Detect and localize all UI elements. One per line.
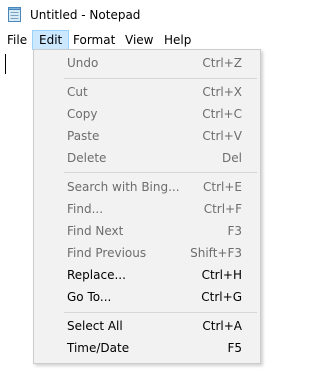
menu-item-shortcut: Ctrl+G: [201, 290, 242, 304]
menu-item-shortcut: Ctrl+A: [202, 319, 242, 333]
menu-item-delete[interactable]: Delete Del: [34, 147, 260, 169]
menu-item-replace[interactable]: Replace... Ctrl+H: [34, 264, 260, 286]
window-title: Untitled - Notepad: [30, 8, 141, 22]
menu-bar: File Edit Format View Help: [0, 30, 290, 50]
menu-separator: [64, 78, 257, 79]
menu-item-find-previous[interactable]: Find Previous Shift+F3: [34, 242, 260, 264]
menu-separator: [64, 312, 257, 313]
menu-item-label: Delete: [67, 151, 107, 165]
menu-edit[interactable]: Edit: [32, 30, 70, 50]
menu-item-shortcut: Shift+F3: [190, 246, 242, 260]
menu-item-shortcut: Del: [222, 151, 242, 165]
menu-item-label: Paste: [67, 129, 100, 143]
menu-item-label: Find...: [67, 202, 104, 216]
menu-item-copy[interactable]: Copy Ctrl+C: [34, 103, 260, 125]
menu-format[interactable]: Format: [67, 30, 121, 50]
menu-file[interactable]: File: [1, 30, 33, 50]
menu-item-shortcut: Ctrl+X: [202, 85, 242, 99]
menu-item-undo[interactable]: Undo Ctrl+Z: [34, 52, 260, 74]
menu-item-label: Find Previous: [67, 246, 147, 260]
menu-item-shortcut: F5: [227, 341, 242, 355]
edit-menu-dropdown: Undo Ctrl+Z Cut Ctrl+X Copy Ctrl+C Paste…: [33, 49, 261, 364]
menu-item-shortcut: Ctrl+E: [203, 180, 242, 194]
menu-item-label: Undo: [67, 56, 99, 70]
menu-item-shortcut: Ctrl+F: [203, 202, 242, 216]
title-bar: Untitled - Notepad: [0, 0, 290, 30]
menu-item-shortcut: F3: [227, 224, 242, 238]
menu-item-time-date[interactable]: Time/Date F5: [34, 337, 260, 359]
menu-item-paste[interactable]: Paste Ctrl+V: [34, 125, 260, 147]
menu-item-label: Cut: [67, 85, 88, 99]
notepad-icon: [8, 7, 21, 22]
menu-item-label: Select All: [67, 319, 123, 333]
menu-item-shortcut: Ctrl+V: [202, 129, 242, 143]
menu-help[interactable]: Help: [158, 30, 197, 50]
menu-item-find[interactable]: Find... Ctrl+F: [34, 198, 260, 220]
menu-item-search-with-bing[interactable]: Search with Bing... Ctrl+E: [34, 176, 260, 198]
menu-item-shortcut: Ctrl+Z: [202, 56, 242, 70]
menu-item-label: Copy: [67, 107, 98, 121]
menu-item-label: Search with Bing...: [67, 180, 180, 194]
menu-item-label: Replace...: [67, 268, 126, 282]
menu-item-label: Find Next: [67, 224, 124, 238]
menu-item-label: Go To...: [67, 290, 112, 304]
text-caret: [5, 54, 6, 74]
menu-item-go-to[interactable]: Go To... Ctrl+G: [34, 286, 260, 308]
menu-item-find-next[interactable]: Find Next F3: [34, 220, 260, 242]
notepad-window: Untitled - Notepad File Edit Format View…: [0, 0, 290, 389]
menu-item-label: Time/Date: [67, 341, 130, 355]
menu-item-cut[interactable]: Cut Ctrl+X: [34, 81, 260, 103]
menu-item-shortcut: Ctrl+H: [201, 268, 242, 282]
menu-item-select-all[interactable]: Select All Ctrl+A: [34, 315, 260, 337]
menu-view[interactable]: View: [119, 30, 159, 50]
menu-separator: [64, 172, 257, 173]
menu-item-shortcut: Ctrl+C: [202, 107, 242, 121]
